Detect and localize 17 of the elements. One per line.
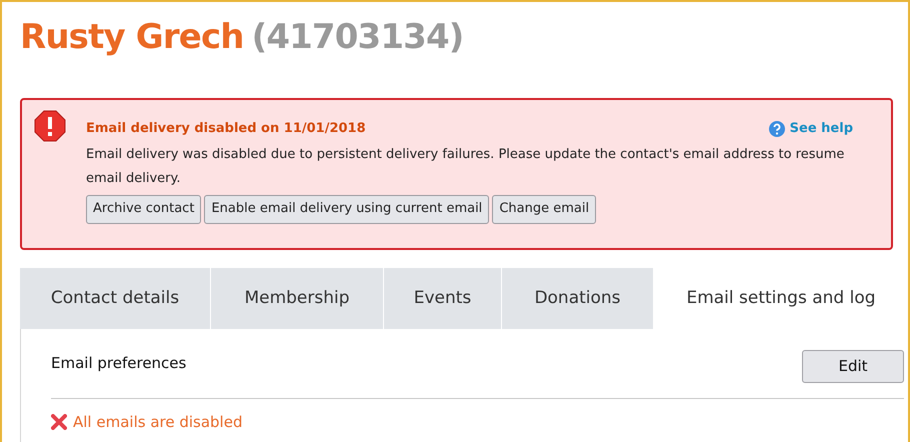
stop-icon [34,110,66,142]
alert-button[interactable]: Archive contact [86,194,202,224]
alert-title: Email delivery disabled on 11/01/2018 [86,120,366,138]
alert-button[interactable]: Enable email delivery using current email [204,194,490,224]
edit-button[interactable]: Edit [802,350,904,383]
tab[interactable]: Donations [502,268,654,329]
alert-button[interactable]: Change email [492,194,596,224]
tab[interactable]: Contact details [20,268,211,329]
status-text: All emails are disabled [73,412,242,433]
tab[interactable]: Membership [211,268,384,329]
section-title: Email preferences [51,353,186,374]
alert-message: Email delivery was disabled due to persistent delivery failures. Please update the contact's email address to resume email delivery. [86,146,846,188]
help-icon [768,120,786,138]
contact-id: (41703134) [252,16,464,59]
tab[interactable]: Events [384,268,502,329]
cross-icon [51,414,67,430]
contact-name: Rusty Grech [20,16,244,59]
